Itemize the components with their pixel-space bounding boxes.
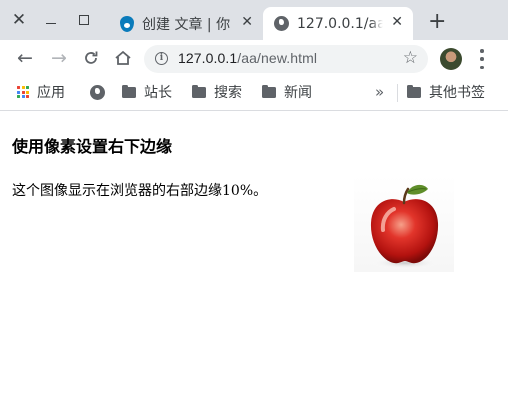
bookmark-label: 新闻 bbox=[284, 85, 312, 101]
maximize-icon bbox=[79, 14, 89, 25]
toolbar: ← → i 127.0.0.1/aa/new.html ☆ bbox=[0, 40, 508, 76]
bookmark-apps[interactable]: 应用 bbox=[17, 82, 65, 102]
bookmarks-divider bbox=[397, 84, 398, 102]
url-host: 127.0.0.1 bbox=[178, 50, 238, 66]
bookmark-folder-news[interactable]: 新闻 bbox=[262, 82, 312, 102]
new-tab-button[interactable]: + bbox=[428, 10, 446, 34]
arrow-right-icon: → bbox=[51, 47, 67, 69]
close-icon: ✕ bbox=[11, 10, 27, 30]
apps-grid-icon bbox=[17, 86, 29, 98]
bookmark-label: 搜索 bbox=[214, 85, 242, 101]
star-icon[interactable]: ☆ bbox=[403, 48, 418, 68]
window-maximize-button[interactable] bbox=[70, 6, 98, 34]
tab-strip: ✕ 创建 文章 | 你 ✕ 127.0.0.1/aa/ ✕ + bbox=[0, 0, 508, 40]
profile-avatar[interactable] bbox=[440, 48, 462, 70]
minimize-icon bbox=[46, 22, 56, 25]
plus-icon: + bbox=[428, 9, 447, 34]
globe-icon bbox=[90, 84, 105, 100]
tab-close-icon[interactable]: ✕ bbox=[391, 14, 403, 30]
arrow-left-icon: ← bbox=[17, 47, 33, 69]
drupal-icon bbox=[120, 15, 134, 32]
bookmarks-overflow-button[interactable]: » bbox=[375, 82, 384, 102]
page-heading: 使用像素设置右下边缘 bbox=[12, 137, 173, 156]
apple-illustration bbox=[370, 184, 439, 269]
bookmark-globe[interactable] bbox=[90, 82, 105, 102]
window-close-button[interactable]: ✕ bbox=[5, 6, 33, 34]
reload-icon bbox=[85, 51, 98, 64]
folder-icon bbox=[262, 85, 276, 98]
globe-icon bbox=[274, 16, 289, 31]
back-button[interactable]: ← bbox=[12, 45, 38, 71]
apple-image bbox=[354, 175, 454, 272]
window-minimize-button[interactable] bbox=[37, 6, 65, 34]
bookmark-label: 应用 bbox=[37, 85, 65, 101]
home-button[interactable] bbox=[110, 45, 136, 71]
address-bar[interactable]: i 127.0.0.1/aa/new.html ☆ bbox=[144, 45, 428, 73]
info-icon[interactable]: i bbox=[155, 52, 168, 65]
url-text[interactable]: 127.0.0.1/aa/new.html bbox=[178, 50, 317, 66]
tab-create-article[interactable]: 创建 文章 | 你 ✕ bbox=[110, 7, 263, 40]
bookmarks-bar: 应用 站长 搜索 新闻 » 其他书签 bbox=[0, 76, 508, 111]
tab-title: 127.0.0.1/aa/ bbox=[297, 15, 383, 32]
folder-icon bbox=[407, 85, 421, 98]
tab-active-page[interactable]: 127.0.0.1/aa/ ✕ bbox=[263, 7, 413, 40]
bookmark-folder-search[interactable]: 搜索 bbox=[192, 82, 242, 102]
folder-icon bbox=[122, 85, 136, 98]
page-content: 使用像素设置右下边缘 这个图像显示在浏览器的右部边缘10%。 bbox=[0, 111, 508, 400]
forward-button[interactable]: → bbox=[46, 45, 72, 71]
page-paragraph: 这个图像显示在浏览器的右部边缘10%。 bbox=[12, 183, 268, 199]
home-icon bbox=[115, 50, 131, 65]
bookmark-label: 站长 bbox=[144, 85, 172, 101]
bookmark-label: 其他书签 bbox=[429, 85, 485, 101]
reload-button[interactable] bbox=[78, 45, 104, 71]
bookmark-other[interactable]: 其他书签 bbox=[407, 82, 485, 102]
folder-icon bbox=[192, 85, 206, 98]
tab-close-icon[interactable]: ✕ bbox=[241, 14, 253, 30]
menu-button[interactable] bbox=[474, 49, 490, 69]
url-path: /aa/new.html bbox=[237, 50, 318, 66]
bookmark-folder-webmaster[interactable]: 站长 bbox=[122, 82, 172, 102]
